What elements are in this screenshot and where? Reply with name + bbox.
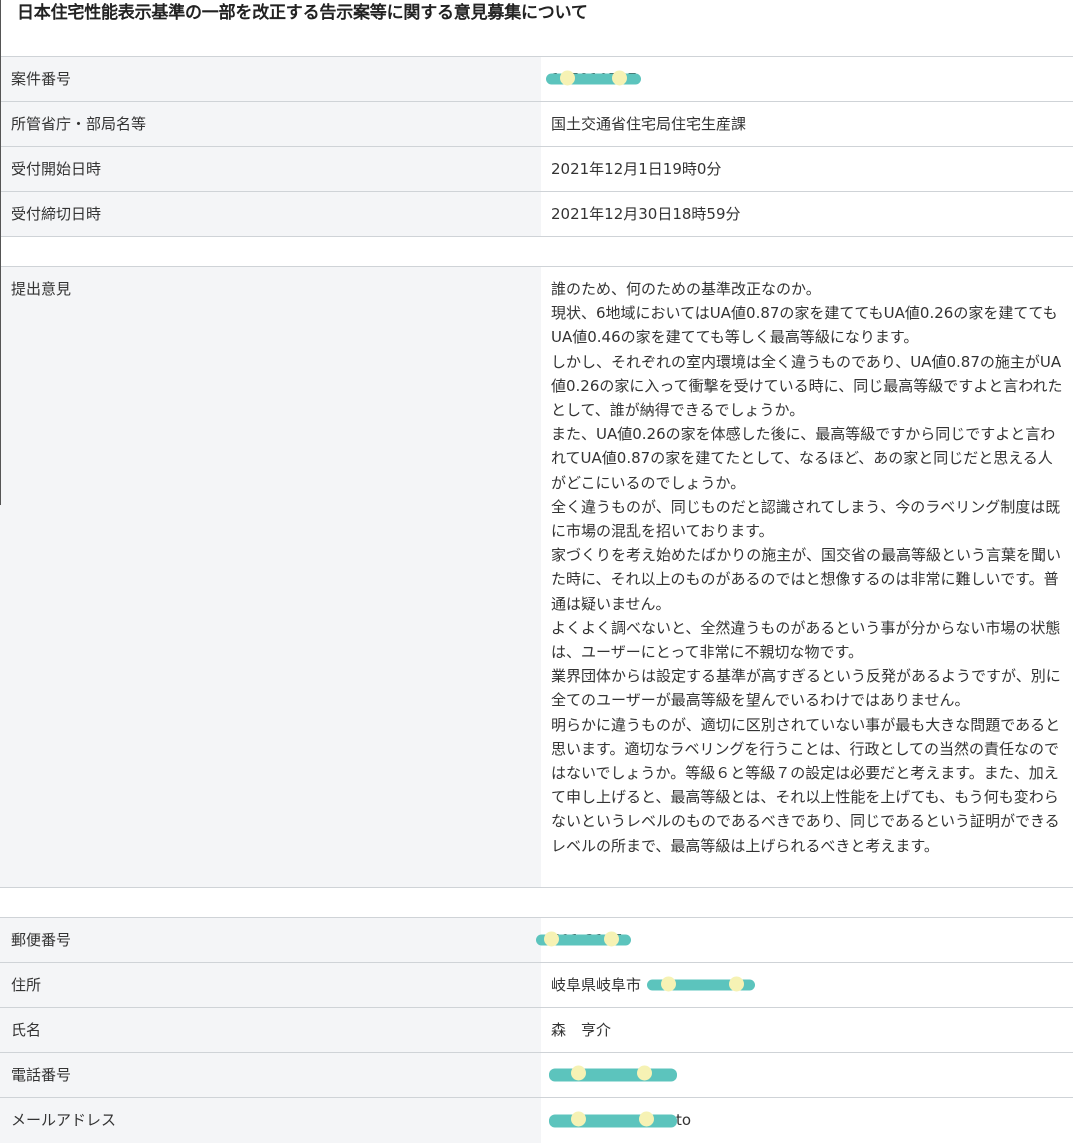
row-label: メールアドレス xyxy=(0,1098,541,1143)
row-value: 岐阜県岐阜市 xyxy=(541,963,1073,1007)
redaction-mark xyxy=(546,70,641,86)
row-label: 電話番号 xyxy=(0,1053,541,1097)
row-value xyxy=(541,1053,1073,1097)
row-start-date: 受付開始日時 2021年12月1日19時0分 xyxy=(0,147,1073,192)
row-value: to xyxy=(541,1098,1073,1143)
row-end-date: 受付締切日時 2021年12月30日18時59分 xyxy=(0,192,1073,237)
title-bar: 日本住宅性能表示基準の一部を改正する告示案等に関する意見募集について xyxy=(0,0,1073,57)
row-ministry: 所管省庁・部局名等 国土交通省住宅局住宅生産課 xyxy=(0,102,1073,147)
row-label: 提出意見 xyxy=(0,267,541,887)
redaction-dot xyxy=(637,1065,652,1081)
redaction-dot xyxy=(560,70,575,86)
redaction-dot xyxy=(661,976,676,992)
redaction-mark xyxy=(549,1111,677,1127)
address-value: 岐阜県岐阜市 xyxy=(551,976,642,994)
page-left-edge xyxy=(0,0,1,505)
section-spacer xyxy=(0,237,1073,267)
row-label: 所管省庁・部局名等 xyxy=(0,102,541,146)
section-spacer xyxy=(0,888,1073,918)
row-label: 氏名 xyxy=(0,1008,541,1052)
row-email: メールアドレス to xyxy=(0,1098,1073,1143)
row-label: 案件番号 xyxy=(0,57,541,101)
redaction-mark xyxy=(647,976,755,992)
row-value: 155210757 xyxy=(541,57,1073,101)
row-postal-code: 郵便番号 501-3115 xyxy=(0,918,1073,963)
row-label: 郵便番号 xyxy=(0,918,541,962)
row-value: 2021年12月1日19時0分 xyxy=(541,147,1073,191)
row-label: 受付締切日時 xyxy=(0,192,541,236)
opinion-text: 誰のため、何のための基準改正なのか。 現状、6地域においてはUA値0.87の家を… xyxy=(541,267,1073,887)
row-address: 住所 岐阜県岐阜市 xyxy=(0,963,1073,1008)
redaction-dot xyxy=(639,1111,654,1126)
redaction-dot xyxy=(729,976,744,992)
redaction-dot xyxy=(604,931,619,947)
page-title: 日本住宅性能表示基準の一部を改正する告示案等に関する意見募集について xyxy=(17,3,588,23)
row-value: 国土交通省住宅局住宅生産課 xyxy=(541,102,1073,146)
row-name: 氏名 森 亨介 xyxy=(0,1008,1073,1053)
row-value: 501-3115 xyxy=(536,918,1073,962)
row-case-number: 案件番号 155210757 xyxy=(0,57,1073,102)
redaction-mark xyxy=(549,1065,677,1082)
redaction-dot xyxy=(544,931,559,947)
redaction-dot xyxy=(571,1065,586,1081)
row-label: 受付開始日時 xyxy=(0,147,541,191)
row-value: 森 亨介 xyxy=(541,1008,1073,1052)
redaction-dot xyxy=(571,1111,586,1126)
row-opinion: 提出意見 誰のため、何のための基準改正なのか。 現状、6地域においてはUA値0.… xyxy=(0,267,1073,888)
redaction-mark xyxy=(536,931,631,947)
row-phone: 電話番号 xyxy=(0,1053,1073,1098)
row-value: 2021年12月30日18時59分 xyxy=(541,192,1073,236)
redaction-dot xyxy=(612,70,627,86)
row-label: 住所 xyxy=(0,963,541,1007)
